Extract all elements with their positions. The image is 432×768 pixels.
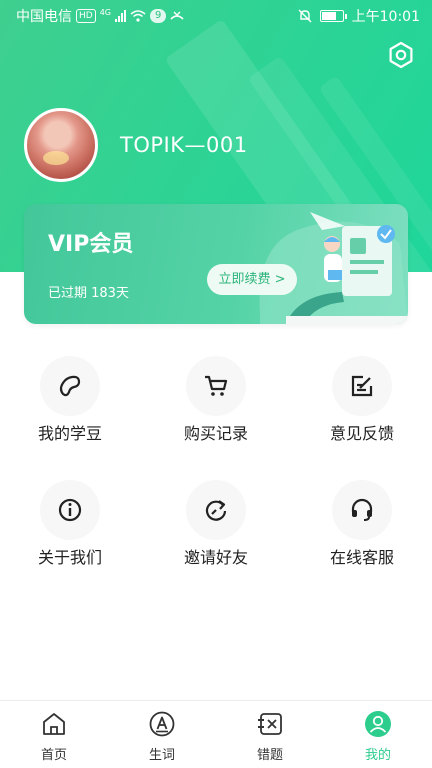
tab-home[interactable]: 首页 — [0, 701, 108, 768]
tab-label: 我的 — [364, 748, 391, 763]
profile-icon — [365, 711, 391, 737]
notification-count: 9 — [150, 9, 167, 23]
invite-icon — [205, 500, 227, 521]
grid-label: 邀请好友 — [183, 548, 248, 567]
grid-icon-wrapper — [332, 356, 392, 416]
grid-icon-wrapper — [186, 356, 246, 416]
purchase-history-item[interactable]: 购买记录 — [156, 356, 276, 456]
cart-icon — [205, 375, 228, 396]
tab-label: 错题 — [256, 748, 283, 763]
settings-button[interactable] — [386, 40, 416, 70]
tab-label: 生词 — [148, 748, 175, 763]
signal-icon — [115, 10, 126, 22]
about-us-item[interactable]: 关于我们 — [10, 480, 130, 580]
tab-vocabulary[interactable]: 生词 — [108, 701, 216, 768]
headset-icon — [351, 498, 373, 521]
grid-label: 意见反馈 — [329, 424, 394, 443]
battery-icon — [319, 10, 347, 22]
customer-service-item[interactable]: 在线客服 — [302, 480, 422, 580]
wrong-questions-icon — [258, 713, 282, 735]
home-icon — [43, 713, 65, 735]
info-icon — [58, 498, 82, 522]
tab-profile[interactable]: 我的 — [324, 701, 432, 768]
wifi-icon — [130, 10, 146, 22]
clock: 上午10:01 — [351, 9, 420, 25]
missed-call-icon — [170, 11, 184, 20]
gear-icon — [389, 41, 413, 69]
username: TOPIK—001 — [120, 133, 248, 157]
my-beans-item[interactable]: 我的学豆 — [10, 356, 130, 456]
vip-title: VIP会员 — [48, 232, 134, 257]
status-bar: 中国电信 HD 4G 9 上午10:01 — [0, 0, 432, 32]
mute-bell-icon — [298, 9, 312, 23]
grid-icon-wrapper — [186, 480, 246, 540]
invite-friends-item[interactable]: 邀请好友 — [156, 480, 276, 580]
grid-label: 购买记录 — [183, 424, 248, 443]
bottom-navigation: 首页 生词 错题 我的 — [0, 700, 432, 768]
feedback-icon — [351, 375, 373, 397]
hd-badge: HD — [76, 9, 96, 23]
carrier-label: 中国电信 — [16, 9, 72, 25]
grid-icon-wrapper — [40, 480, 100, 540]
vip-expiry-status: 已过期 183天 — [48, 286, 129, 301]
feedback-item[interactable]: 意见反馈 — [302, 356, 422, 456]
renew-button[interactable]: 立即续费 > — [207, 264, 297, 295]
vocabulary-icon — [149, 711, 175, 737]
bean-icon — [59, 375, 81, 397]
grid-label: 关于我们 — [37, 548, 102, 567]
tab-label: 首页 — [40, 748, 67, 763]
grid-icon-wrapper — [40, 356, 100, 416]
grid-label: 我的学豆 — [37, 424, 102, 443]
network-label: 4G — [99, 7, 111, 17]
avatar[interactable] — [24, 108, 98, 182]
grid-icon-wrapper — [332, 480, 392, 540]
vip-card[interactable]: VIP会员 已过期 183天 立即续费 > — [24, 204, 408, 324]
tab-wrong-questions[interactable]: 错题 — [216, 701, 324, 768]
grid-label: 在线客服 — [329, 548, 394, 567]
